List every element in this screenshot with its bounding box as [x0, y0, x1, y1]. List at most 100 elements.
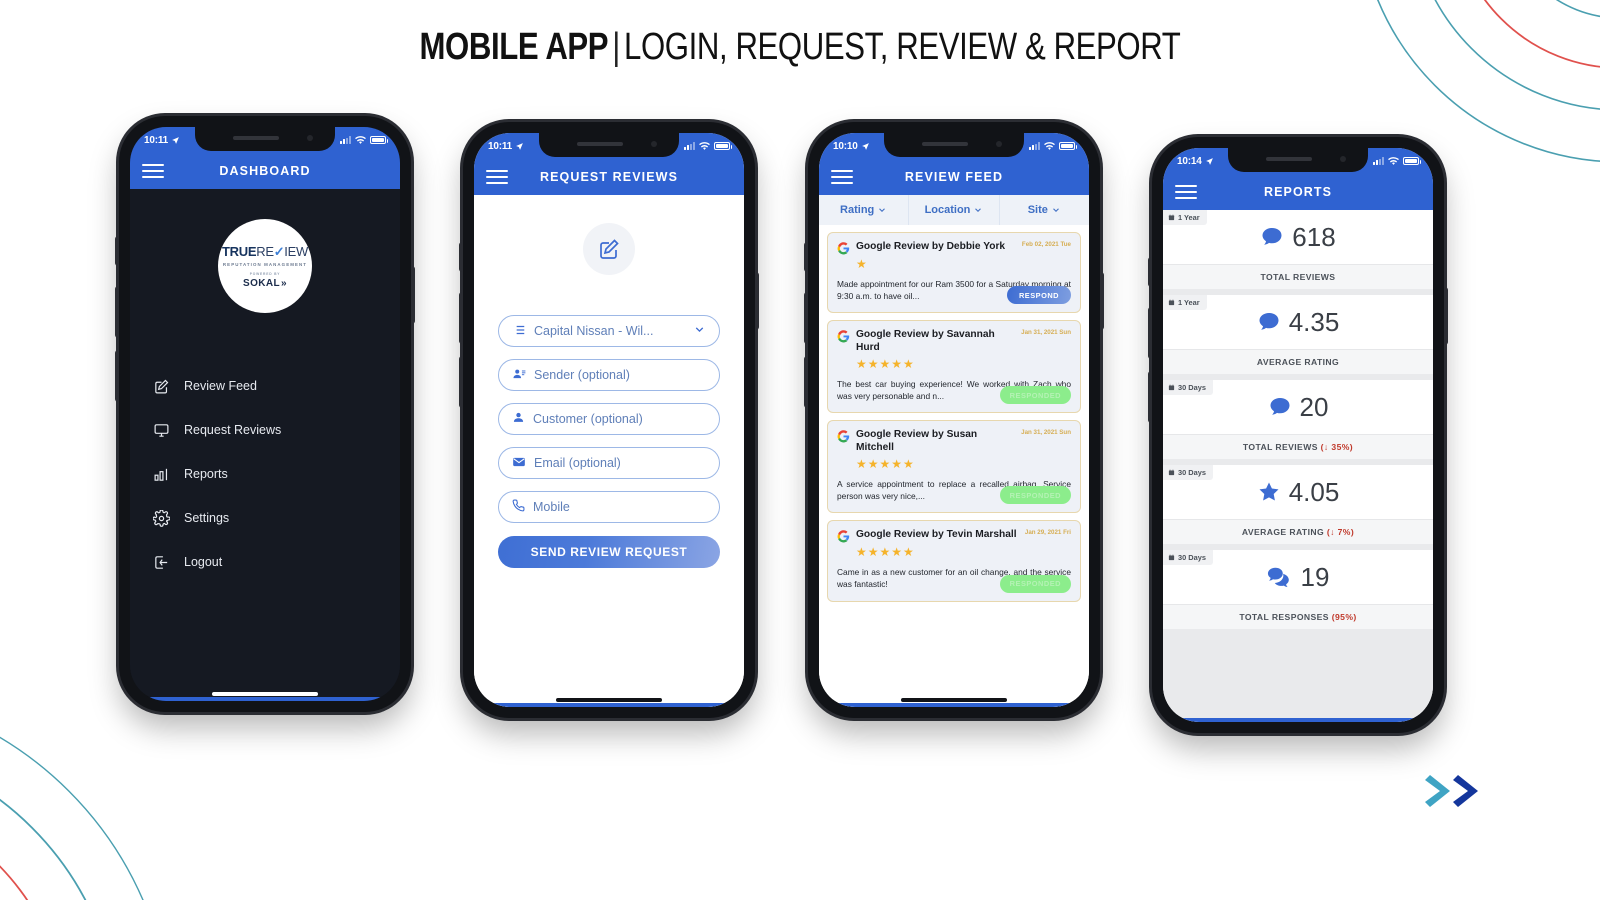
report-card-average-rating-30d[interactable]: 30 Days 4.05 AVERAGE RATING (↓ 7%) [1163, 465, 1433, 544]
report-label: TOTAL REVIEWS [1242, 442, 1318, 452]
report-delta: (95%) [1331, 612, 1357, 622]
location-select[interactable]: Capital Nissan - Wil... [498, 315, 720, 347]
report-delta: (↓ 7%) [1326, 527, 1355, 537]
phone-review-feed: 10:10 REVIEW FEED Rating Location Site F… [804, 122, 1104, 718]
customer-field[interactable]: Customer (optional) [498, 403, 720, 435]
edit-square-icon [583, 223, 635, 275]
speech-bubble-icon [1262, 228, 1282, 245]
responded-badge[interactable]: RESPONDED [999, 486, 1071, 505]
hamburger-menu-icon[interactable] [142, 160, 164, 181]
report-value: 20 [1299, 391, 1329, 422]
report-card-total-reviews-30d[interactable]: 30 Days 20 TOTAL REVIEWS (↓ 35%) [1163, 380, 1433, 459]
wifi-icon [355, 135, 366, 144]
report-card-average-rating-year[interactable]: 1 Year 4.35 AVERAGE RATING [1163, 295, 1433, 374]
calendar-icon [1168, 554, 1175, 561]
period-badge: 1 Year [1163, 210, 1207, 225]
status-indicators [684, 141, 732, 151]
filter-site[interactable]: Site [1000, 195, 1089, 225]
sidebar-item-settings[interactable]: Settings [152, 501, 400, 535]
sidebar-item-logout[interactable]: Logout [152, 545, 400, 579]
responded-badge[interactable]: RESPONDED [999, 386, 1071, 405]
volume-down-button[interactable] [804, 356, 808, 408]
app-bar-title: REQUEST REVIEWS [539, 170, 679, 184]
review-card[interactable]: Jan 29, 2021 Fri Google Review by Tevin … [827, 520, 1081, 602]
report-card-total-responses-30d[interactable]: 30 Days 19 TOTAL RESPONSES (95%) [1163, 550, 1433, 629]
home-indicator[interactable] [901, 698, 1007, 702]
report-value: 4.05 [1288, 476, 1340, 507]
phone-screen-reports: 10:14 REPORTS 1 Year 618 TOTAL REVIEWS 1… [1163, 148, 1433, 722]
signal-bars-icon [340, 136, 351, 144]
double-chevron-right-icon[interactable] [1424, 770, 1488, 812]
wifi-icon [699, 141, 710, 150]
status-indicators [340, 135, 388, 145]
request-reviews-body: Capital Nissan - Wil... Sender (optional… [474, 223, 744, 707]
page-title: MOBILE APP | LOGIN, REQUEST, REVIEW & REPO… [420, 26, 1181, 69]
google-icon [837, 530, 850, 543]
report-card-total-reviews-year[interactable]: 1 Year 618 TOTAL REVIEWS [1163, 210, 1433, 289]
hamburger-menu-icon[interactable] [1175, 181, 1197, 202]
status-time: 10:11 [488, 140, 513, 152]
responded-badge[interactable]: RESPONDED [999, 574, 1071, 593]
app-bar-title: REVIEW FEED [904, 170, 1004, 184]
volume-up-button[interactable] [804, 292, 808, 344]
review-card[interactable]: Jan 31, 2021 Sun Google Review by Susan … [827, 420, 1081, 514]
status-indicators [1373, 156, 1421, 166]
front-camera [651, 141, 657, 147]
respond-button[interactable]: RESPOND [1007, 286, 1071, 305]
volume-down-button[interactable] [115, 350, 119, 402]
phone-screen-dashboard: 10:11 DASHBOARD TRUERE✓IEW REPUTATION MA… [130, 127, 400, 701]
email-field[interactable]: Email (optional) [498, 447, 720, 479]
volume-up-button[interactable] [459, 292, 463, 344]
phone-notch [195, 127, 335, 151]
email-field-placeholder: Email (optional) [534, 456, 621, 470]
review-card[interactable]: Feb 02, 2021 Tue Google Review by Debbie… [827, 232, 1081, 314]
home-indicator[interactable] [556, 698, 662, 702]
review-card[interactable]: Jan 31, 2021 Sun Google Review by Savann… [827, 320, 1081, 414]
report-delta: (↓ 35%) [1320, 442, 1354, 452]
battery-icon [714, 142, 732, 150]
signal-bars-icon [1029, 142, 1040, 150]
monitor-icon [152, 421, 170, 439]
home-indicator[interactable] [212, 692, 318, 696]
front-camera [996, 141, 1002, 147]
user-icon [512, 411, 525, 427]
check-icon: ✓ [273, 243, 285, 259]
front-camera [307, 135, 313, 141]
bottom-strip [130, 697, 400, 701]
volume-up-button[interactable] [115, 286, 119, 338]
list-icon [512, 323, 526, 340]
volume-up-button[interactable] [1148, 307, 1152, 359]
sidebar-item-review-feed[interactable]: Review Feed [152, 369, 400, 403]
phone-dashboard: 10:11 DASHBOARD TRUERE✓IEW REPUTATION MA… [115, 116, 415, 712]
status-time: 10:10 [833, 140, 858, 152]
report-value: 19 [1300, 561, 1330, 592]
period-label: 30 Days [1178, 383, 1206, 392]
mobile-field[interactable]: Mobile [498, 491, 720, 523]
chevron-down-icon [879, 208, 886, 213]
filter-rating[interactable]: Rating [819, 195, 910, 225]
sidebar-menu: Review Feed Request Reviews Reports Sett… [130, 369, 400, 579]
wifi-icon [1044, 141, 1055, 150]
hamburger-menu-icon[interactable] [486, 166, 508, 187]
hamburger-menu-icon[interactable] [831, 166, 853, 187]
earpiece-speaker [577, 142, 623, 146]
sidebar-item-reports[interactable]: Reports [152, 457, 400, 491]
send-review-request-button[interactable]: SEND REVIEW REQUEST [498, 536, 720, 568]
sidebar-item-label: Request Reviews [184, 423, 282, 437]
filter-location[interactable]: Location [909, 195, 1000, 225]
review-date: Jan 31, 2021 Sun [1021, 329, 1071, 337]
sender-field[interactable]: Sender (optional) [498, 359, 720, 391]
sidebar-item-request-reviews[interactable]: Request Reviews [152, 413, 400, 447]
report-label: TOTAL RESPONSES [1239, 612, 1329, 622]
period-label: 1 Year [1178, 213, 1200, 222]
page-title-bold: MOBILE APP [419, 26, 609, 68]
status-time: 10:14 [1177, 155, 1202, 167]
period-badge: 30 Days [1163, 465, 1213, 480]
filter-location-label: Location [924, 204, 971, 216]
phone-request-reviews: 10:11 REQUEST REVIEWS Capital Nissan - W… [459, 122, 759, 718]
volume-down-button[interactable] [1148, 371, 1152, 423]
volume-down-button[interactable] [459, 356, 463, 408]
customer-field-placeholder: Customer (optional) [533, 412, 643, 426]
front-camera [1340, 156, 1346, 162]
slide-title-container: MOBILE APP | LOGIN, REQUEST, REVIEW & REPO… [0, 26, 1600, 69]
